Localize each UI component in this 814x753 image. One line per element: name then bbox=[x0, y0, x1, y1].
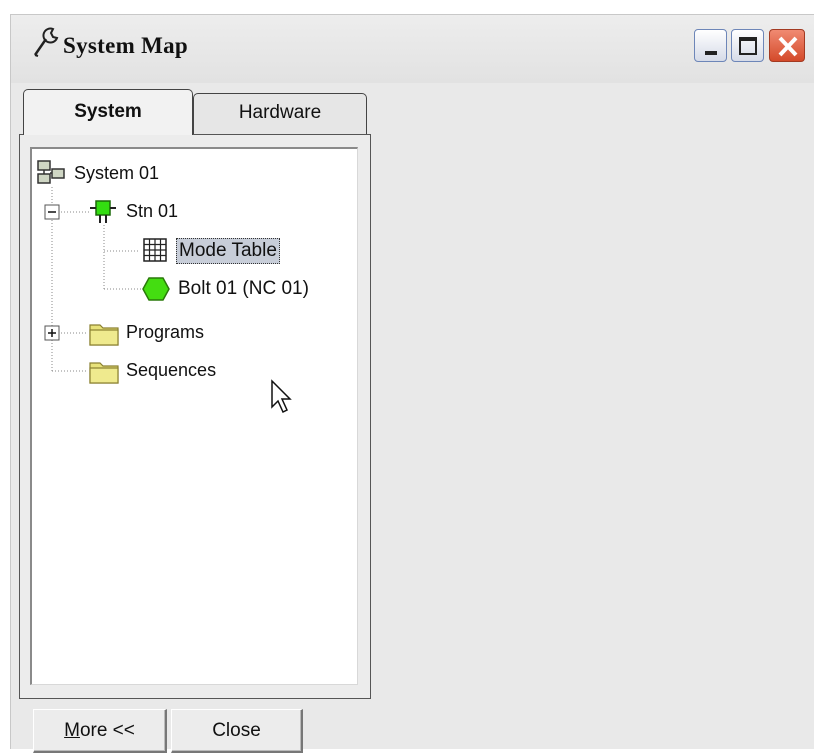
system-tree[interactable]: System 01 Stn 01 Mode Table Bolt 01 (NC … bbox=[30, 147, 358, 685]
tab-hardware[interactable]: Hardware bbox=[193, 93, 367, 135]
wrench-icon bbox=[33, 27, 59, 57]
maximize-button[interactable] bbox=[731, 29, 764, 62]
close-icon bbox=[778, 36, 798, 57]
more-label: ore << bbox=[79, 720, 135, 741]
more-accelerator: M bbox=[64, 720, 80, 741]
window-title: System Map bbox=[63, 33, 189, 58]
bolt-hexagon-icon bbox=[142, 277, 170, 301]
close-button[interactable]: Close bbox=[171, 709, 303, 753]
tree-connector-lines bbox=[44, 187, 142, 372]
minimize-button[interactable] bbox=[694, 29, 727, 62]
tree-item-programs[interactable]: Programs bbox=[126, 322, 204, 343]
title-bar[interactable]: System Map bbox=[11, 15, 814, 83]
network-icon bbox=[37, 160, 65, 184]
system-map-window: System Map System Hardware System 01 Stn… bbox=[10, 14, 814, 753]
tree-item-system-01[interactable]: System 01 bbox=[74, 163, 159, 184]
tree-item-sequences[interactable]: Sequences bbox=[126, 360, 216, 381]
tree-item-bolt-01[interactable]: Bolt 01 (NC 01) bbox=[178, 278, 309, 300]
pointer-arrow-icon bbox=[271, 379, 292, 414]
table-grid-icon bbox=[143, 238, 167, 262]
tree-item-mode-table[interactable]: Mode Table bbox=[176, 238, 280, 264]
folder-icon bbox=[89, 362, 119, 384]
station-icon bbox=[90, 200, 116, 223]
minimize-icon bbox=[705, 51, 717, 55]
more-button[interactable]: More << bbox=[33, 709, 167, 753]
folder-icon bbox=[89, 324, 119, 346]
collapse-stn-toggle bbox=[44, 204, 60, 220]
maximize-icon bbox=[739, 37, 757, 55]
expand-programs-toggle bbox=[44, 325, 60, 341]
tree-item-stn-01[interactable]: Stn 01 bbox=[126, 201, 178, 222]
tab-system[interactable]: System bbox=[23, 89, 193, 135]
close-window-button[interactable] bbox=[769, 29, 805, 62]
tab-panel: System 01 Stn 01 Mode Table Bolt 01 (NC … bbox=[19, 134, 371, 699]
